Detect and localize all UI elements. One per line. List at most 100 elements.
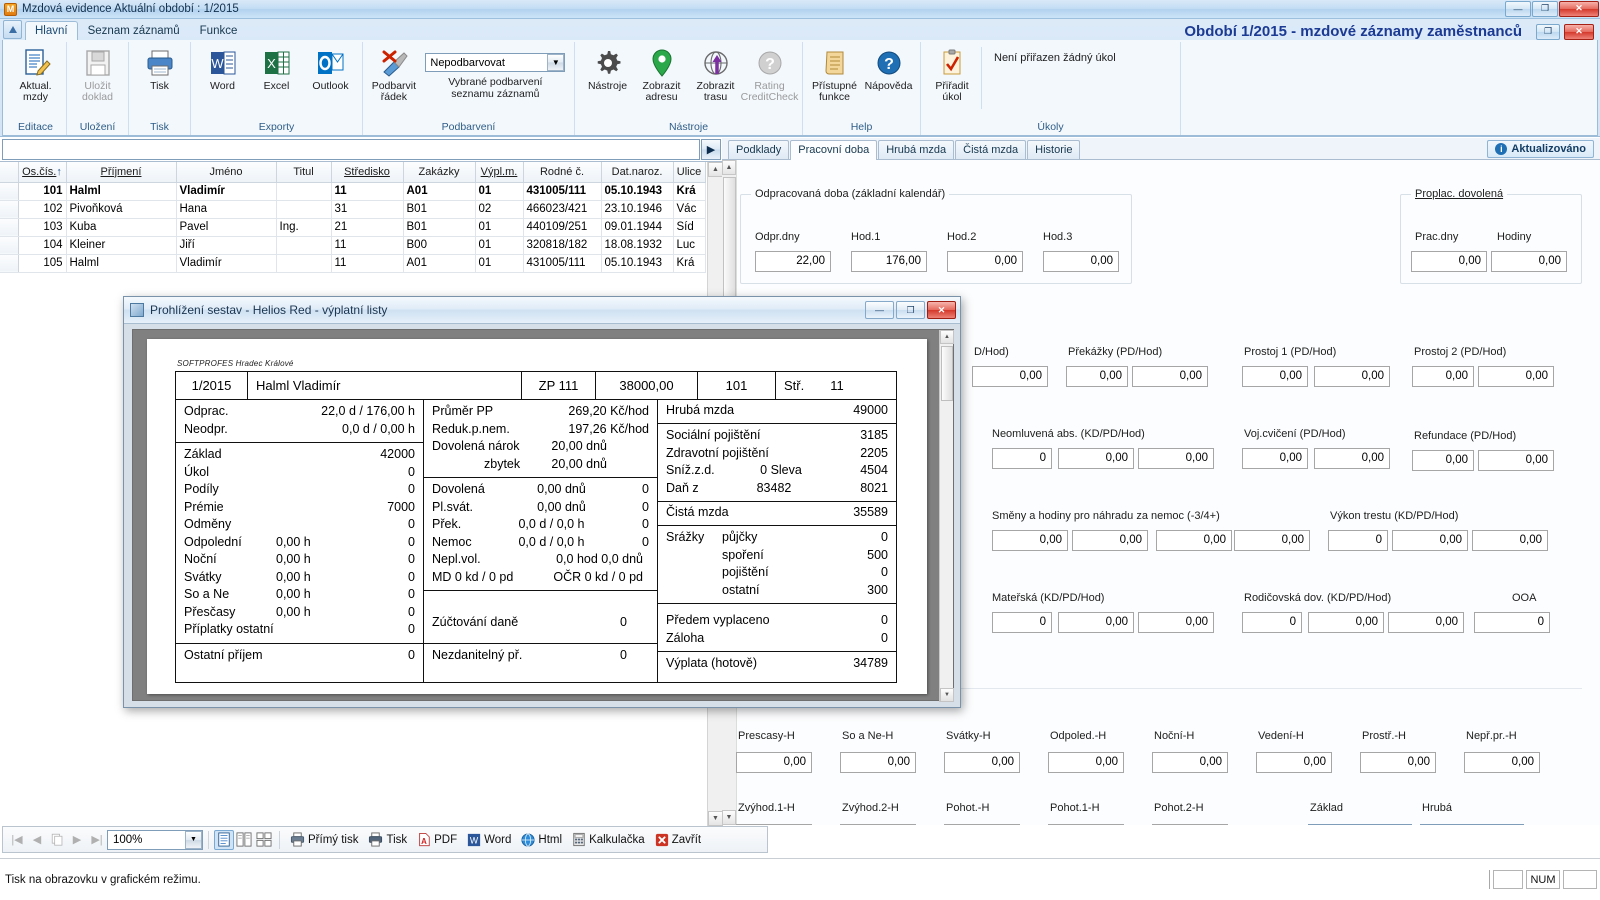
input-zvyhod-1-h[interactable]: 0,00 [736,824,812,825]
direct-print-button[interactable]: Přímý tisk [285,830,363,849]
chevron-down-icon[interactable]: ▼ [547,54,564,71]
window-minimize-button[interactable]: — [1505,1,1531,17]
scroll-up-icon[interactable]: ▲ [940,330,954,344]
input-prostr-h[interactable]: 0,00 [1360,752,1436,773]
col-stredisko[interactable]: Středisko [331,162,403,182]
col-dat-naroz[interactable]: Dat.naroz. [601,162,673,182]
input-hod3[interactable]: 0,00 [1043,251,1119,272]
input-r1-c2[interactable]: 0,00 [1066,366,1128,387]
input-r1-c4[interactable]: 0,00 [1242,366,1308,387]
view-multi-page-button[interactable] [254,830,274,850]
word-export-button[interactable]: W Word [462,831,516,849]
table-row[interactable]: 103 Kuba Pavel Ing. 21 B01 01 440109/251… [0,218,705,236]
row-selector[interactable] [0,218,18,236]
input-r1-c5[interactable]: 0,00 [1314,366,1390,387]
input-nepr-pr-h[interactable]: 0,00 [1464,752,1540,773]
row-selector[interactable] [0,182,18,200]
row-selector[interactable] [0,254,18,272]
scroll-down-icon[interactable]: ▼ [708,811,723,826]
input-r4-c6[interactable]: 0,00 [1388,612,1464,633]
app-menu-button[interactable] [3,20,22,39]
dialog-maximize-button[interactable]: ❐ [896,301,925,319]
input-r1-c7[interactable]: 0,00 [1478,366,1554,387]
input-r3-c7[interactable]: 0,00 [1472,530,1548,551]
input-hod2[interactable]: 0,00 [947,251,1023,272]
input-r3-c3[interactable]: 0,00 [1156,530,1232,551]
input-r3-c2[interactable]: 0,00 [1072,530,1148,551]
input-r2-c5[interactable]: 0,00 [1314,448,1390,469]
prev-page-button[interactable]: ◀ [27,830,47,850]
input-r3-c1[interactable]: 0,00 [992,530,1068,551]
input-r1-c1[interactable]: 0,00 [972,366,1048,387]
input-r4-c3[interactable]: 0,00 [1138,612,1214,633]
ribbon-button-nastroje[interactable]: Nástroje [581,45,635,94]
dialog-minimize-button[interactable]: — [865,301,894,319]
input-r4-c1[interactable]: 0 [992,612,1052,633]
window-close-button[interactable]: ✕ [1559,1,1599,17]
input-pohot-2-h[interactable]: 0,00 [1152,824,1228,825]
input-r4-c5[interactable]: 0,00 [1308,612,1384,633]
tab-hruba-mzda[interactable]: Hrubá mzda [878,140,954,159]
input-pohot-1-h[interactable]: 0,00 [1048,824,1124,825]
calculator-button[interactable]: Kalkulačka [567,830,650,849]
ribbon-button-rating-creditcheck[interactable]: ? RatingCreditCheck [743,45,797,105]
col-zakazky[interactable]: Zakázky [403,162,475,182]
ribbon-button-podbarvit-radek[interactable]: Podbarvitřádek [367,45,421,105]
input-r4-c7[interactable]: 0 [1474,612,1550,633]
input-hruba[interactable]: 49 000 [1420,824,1524,825]
html-export-button[interactable]: Html [516,831,567,849]
tab-podklady[interactable]: Podklady [728,140,789,159]
input-r2-c4[interactable]: 0,00 [1242,448,1308,469]
document-restore-button[interactable]: ❐ [1536,24,1560,40]
input-odpr-dny[interactable]: 22,00 [755,251,831,272]
filter-apply-button[interactable]: ▶ [701,139,721,160]
pdf-export-button[interactable]: A PDF [412,830,462,849]
scroll-down-icon[interactable]: ▼ [940,688,954,702]
ribbon-button-zobrazit-adresu[interactable]: Zobrazitadresu [635,45,689,105]
ribbon-button-ulozit-doklad[interactable]: Uložitdoklad [71,45,124,105]
col-prijmeni[interactable]: Příjmení [66,162,176,182]
scroll-thumb[interactable] [941,346,953,401]
input-prescasy-h[interactable]: 0,00 [736,752,812,773]
ribbon-button-excel[interactable]: X Excel [250,45,304,94]
first-page-button[interactable]: |◀ [7,830,27,850]
input-odpoled-h[interactable]: 0,00 [1048,752,1124,773]
ribbon-button-pristupne-funkce[interactable]: Přístupnéfunkce [808,45,862,105]
zoom-combobox[interactable]: 100% ▼ [107,830,203,850]
input-r4-c2[interactable]: 0,00 [1058,612,1134,633]
last-page-button[interactable]: ▶| [87,830,107,850]
input-r4-c4[interactable]: 0 [1242,612,1302,633]
table-row[interactable]: 101 Halml Vladimír 11 A01 01 431005/111 … [0,182,705,200]
input-r1-c3[interactable]: 0,00 [1132,366,1208,387]
table-row[interactable]: 104 Kleiner Jiří 11 B00 01 320818/182 18… [0,236,705,254]
tab-historie[interactable]: Historie [1027,140,1080,159]
scroll-up-icon[interactable]: ▲ [708,162,723,177]
ribbon-button-priradit-ukol[interactable]: Přiřaditúkol [925,45,979,105]
input-r3-c4[interactable]: 0,00 [1234,530,1310,551]
report-vertical-scrollbar[interactable]: ▲ ▼ [939,330,953,702]
col-titul[interactable]: Titul [276,162,331,182]
input-r2-c3[interactable]: 0,00 [1138,448,1214,469]
ribbon-button-napoveda[interactable]: ? Nápověda [862,45,916,94]
ribbon-button-outlook[interactable]: Outlook [304,45,358,94]
tab-pracovni-doba[interactable]: Pracovní doba [790,140,877,160]
filter-input[interactable] [2,139,700,160]
dialog-close-button[interactable]: ✕ [927,301,956,319]
input-r1-c6[interactable]: 0,00 [1412,366,1474,387]
view-two-page-button[interactable] [234,830,254,850]
window-maximize-button[interactable]: ❐ [1532,1,1558,17]
input-r2-c6[interactable]: 0,00 [1412,450,1474,471]
podbarveni-combobox[interactable]: Nepodbarvovat ▼ [425,53,565,72]
view-single-page-button[interactable] [214,830,234,850]
ribbon-button-aktual-mzdy[interactable]: Aktual.mzdy [9,45,62,105]
input-nocni-h[interactable]: 0,00 [1152,752,1228,773]
input-r3-c5[interactable]: 0 [1328,530,1388,551]
row-selector[interactable] [0,236,18,254]
input-zvyhod-2-h[interactable]: 0,00 [840,824,916,825]
table-row[interactable]: 102 Pivoňková Hana 31 B01 02 466023/421 … [0,200,705,218]
print-button[interactable]: Tisk [363,830,412,849]
input-r2-c1[interactable]: 0 [992,448,1052,469]
close-button[interactable]: Zavřít [650,831,706,849]
ribbon-button-word[interactable]: W Word [196,45,250,94]
col-os-cis[interactable]: Os.čís.↑ [18,162,66,182]
